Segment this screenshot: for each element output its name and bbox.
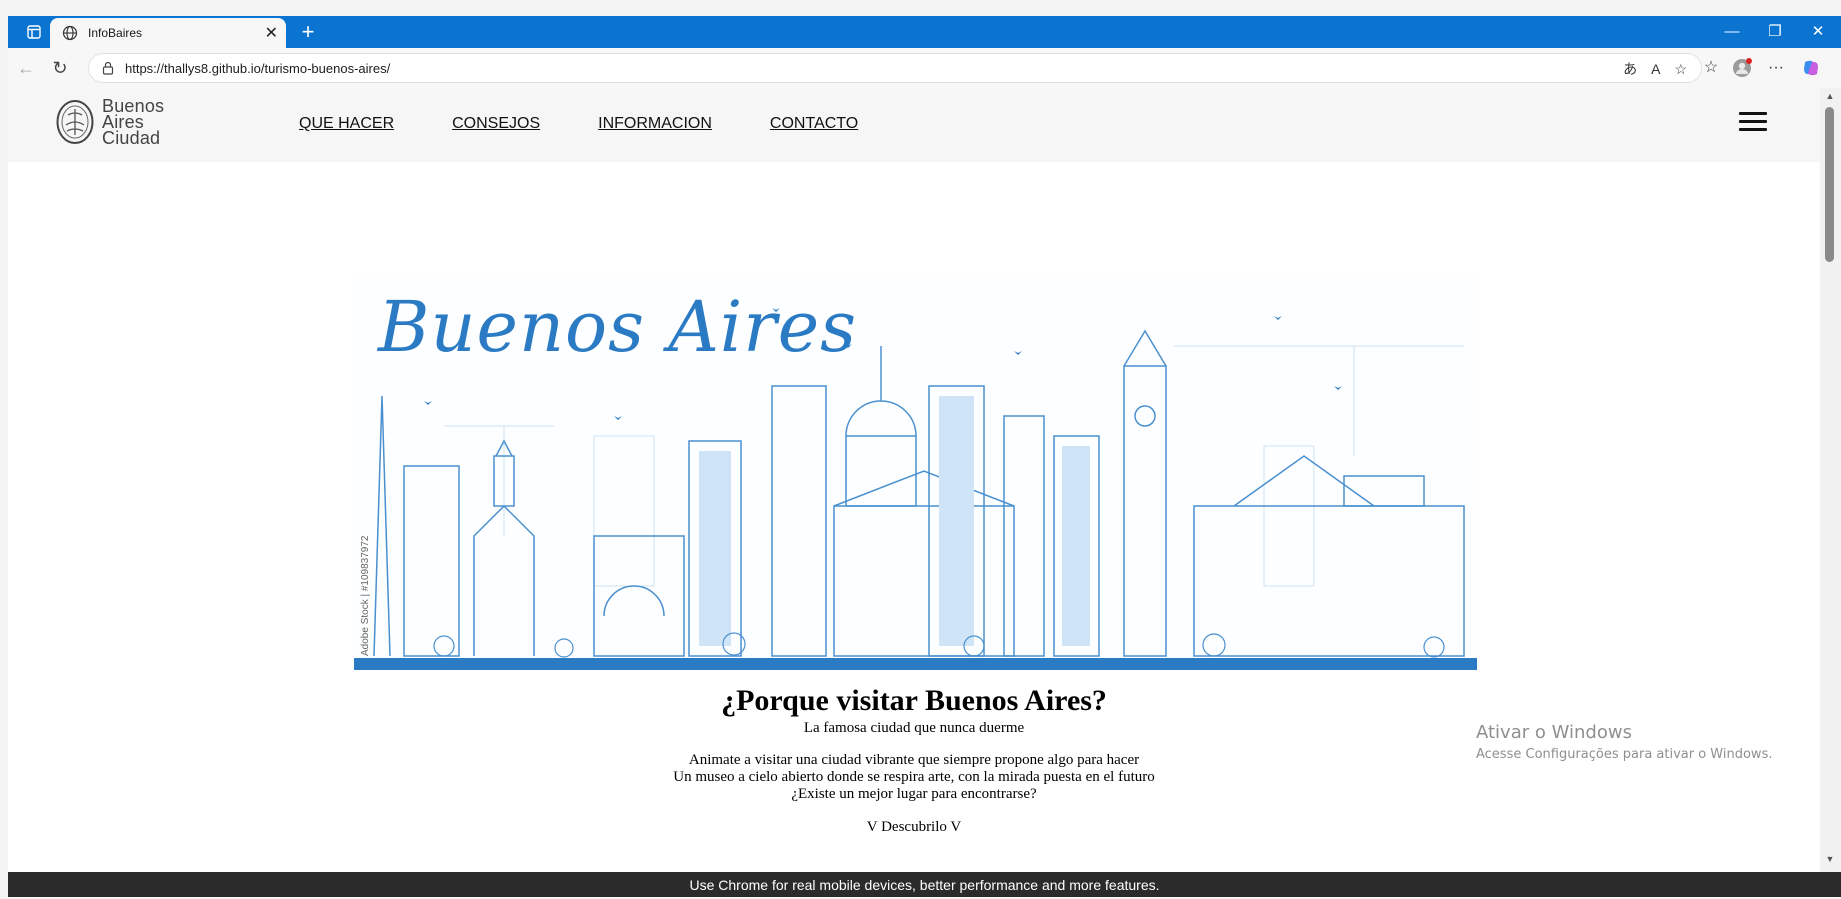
vertical-scrollbar[interactable]: ▲ ▼: [1820, 88, 1841, 872]
tab-active[interactable]: InfoBaires ✕: [50, 18, 286, 48]
hamburger-menu-icon[interactable]: [1739, 112, 1767, 136]
restore-button[interactable]: ❐: [1752, 16, 1798, 48]
scroll-up-icon[interactable]: ▲: [1823, 91, 1837, 105]
nav-que-hacer[interactable]: QUE HACER: [299, 115, 394, 133]
heading-text: ¿Porque visitar Buenos Aires?: [721, 684, 1107, 717]
watermark-line-1: Ativar o Windows: [1476, 722, 1632, 743]
city-emblem-icon: [56, 100, 94, 144]
address-bar-row: ← ↻ https://thallys8.github.io/turismo-b…: [8, 48, 1841, 88]
back-button[interactable]: ←: [14, 56, 38, 80]
more-menu-icon[interactable]: ···: [1764, 56, 1788, 80]
url-text: https://thallys8.github.io/turismo-bueno…: [125, 60, 391, 76]
hero-image: Adobe Stock | #109837972 Buenos Aires: [354, 276, 1477, 670]
profile-avatar-icon[interactable]: [1730, 56, 1754, 80]
nav-contacto[interactable]: CONTACTO: [770, 115, 858, 133]
site-header: Buenos Aires Ciudad QUE HACER CONSEJOS I…: [8, 88, 1820, 162]
favorite-star-icon[interactable]: ☆: [1674, 61, 1687, 78]
read-aloud-icon[interactable]: A: [1651, 61, 1660, 77]
discover-link[interactable]: V Descubrilo V: [8, 819, 1820, 836]
reload-button[interactable]: ↻: [48, 56, 72, 80]
translate-icon[interactable]: あ: [1623, 59, 1637, 79]
watermark-line-2: Acesse Configurações para ativar o Windo…: [1476, 747, 1773, 762]
close-window-button[interactable]: ✕: [1795, 16, 1841, 48]
page-heading: ¿Porque visitar Buenos Aires?: [8, 684, 1820, 718]
scroll-down-icon[interactable]: ▼: [1823, 854, 1837, 868]
scroll-thumb[interactable]: [1825, 107, 1834, 262]
bottom-banner: Use Chrome for real mobile devices, bett…: [8, 872, 1841, 897]
tab-title: InfoBaires: [88, 26, 143, 40]
stock-credit: Adobe Stock | #109837972: [360, 535, 371, 656]
paragraph-line-3: ¿Existe un mejor lugar para encontrarse?: [791, 786, 1037, 802]
tab-bar: InfoBaires ✕ + — ❐ ✕: [8, 16, 1841, 48]
site-logo[interactable]: Buenos Aires Ciudad: [56, 97, 164, 148]
logo-line-3: Ciudad: [102, 128, 161, 148]
globe-icon: [62, 25, 78, 41]
main-nav: QUE HACER CONSEJOS INFORMACION CONTACTO: [299, 115, 916, 133]
copilot-icon[interactable]: [1799, 56, 1823, 80]
nav-consejos[interactable]: CONSEJOS: [452, 115, 540, 133]
logo-text: Buenos Aires Ciudad: [102, 97, 164, 148]
url-field[interactable]: https://thallys8.github.io/turismo-bueno…: [88, 53, 1702, 83]
new-tab-button[interactable]: +: [294, 18, 322, 46]
minimize-button[interactable]: —: [1709, 16, 1755, 48]
favorites-icon[interactable]: ☆: [1699, 56, 1723, 80]
lock-icon: [102, 61, 114, 75]
hero-script-title: Buenos Aires: [378, 286, 858, 368]
window-frame-top: [0, 0, 1841, 16]
windows-activation-watermark: Ativar o Windows Acesse Configurações pa…: [1476, 722, 1772, 762]
tab-actions-icon[interactable]: [16, 22, 52, 42]
paragraph-line-2: Un museo a cielo abierto donde se respir…: [673, 769, 1155, 785]
tab-close-icon[interactable]: ✕: [265, 23, 278, 43]
nav-informacion[interactable]: INFORMACION: [598, 115, 712, 133]
